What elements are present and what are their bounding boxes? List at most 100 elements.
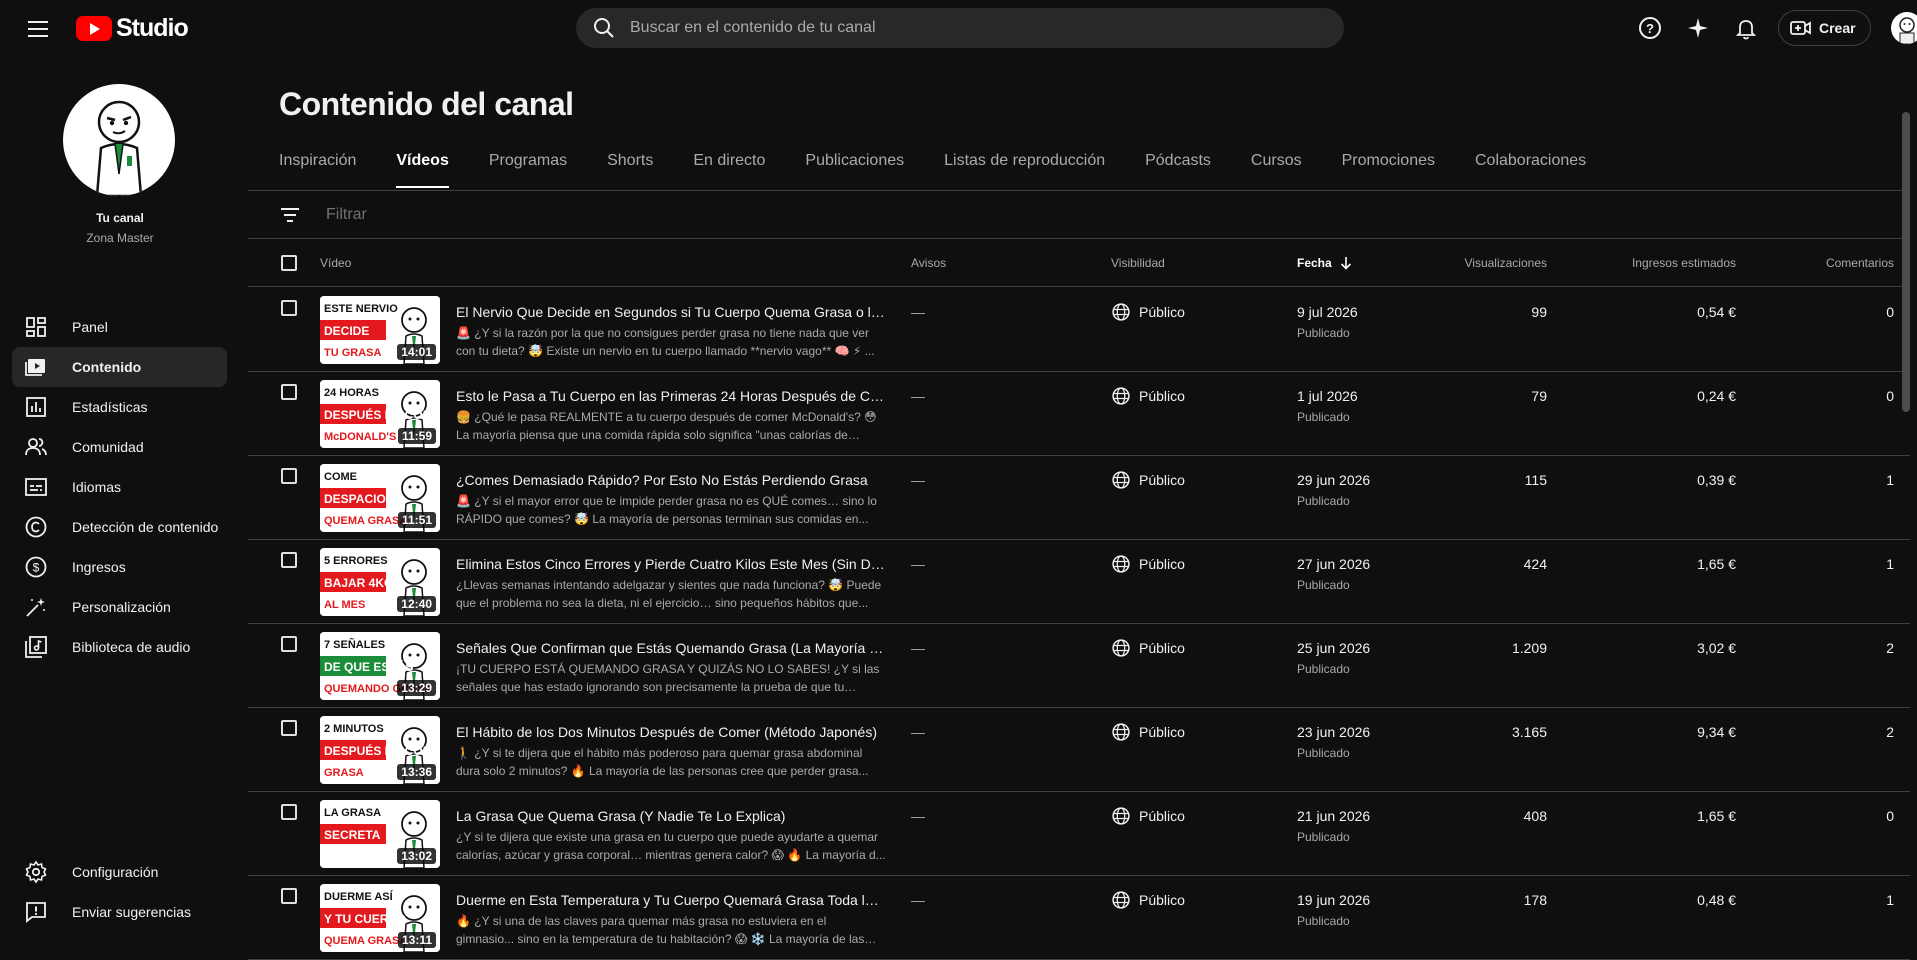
video-visibility[interactable]: Público <box>1111 806 1185 826</box>
search-icon <box>594 18 614 38</box>
video-thumbnail[interactable]: LA GRASA SECRETA 13:02 <box>320 800 440 868</box>
row-checkbox[interactable] <box>281 552 297 568</box>
create-button[interactable]: Crear <box>1778 10 1871 46</box>
video-visibility[interactable]: Público <box>1111 554 1185 574</box>
sidebar-item-customization[interactable]: Personalización <box>12 587 227 627</box>
sidebar-item-content-detection[interactable]: Detección de contenido <box>12 507 227 547</box>
sidebar-item-community[interactable]: Comunidad <box>12 427 227 467</box>
header-comments[interactable]: Comentarios <box>1768 256 1894 270</box>
video-visibility[interactable]: Público <box>1111 302 1185 322</box>
tab-shorts[interactable]: Shorts <box>607 152 653 188</box>
video-visibility[interactable]: Público <box>1111 890 1185 910</box>
table-row[interactable]: 24 HORAS DESPUÉS DE COMER McDONALD'S 11:… <box>248 372 1910 456</box>
video-description: ¡TU CUERPO ESTÁ QUEMANDO GRASA Y QUIZÁS … <box>456 662 880 694</box>
row-checkbox[interactable] <box>281 468 297 484</box>
video-thumbnail[interactable]: 24 HORAS DESPUÉS DE COMER McDONALD'S 11:… <box>320 380 440 448</box>
sidebar-item-settings[interactable]: Configuración <box>12 852 227 892</box>
video-description: ¿Y si te dijera que existe una grasa en … <box>456 830 886 862</box>
video-thumbnail[interactable]: 2 MINUTOS DESPUÉS DE COMER GRASA 13:36 <box>320 716 440 784</box>
table-row[interactable]: 2 MINUTOS DESPUÉS DE COMER GRASA 13:36 E… <box>248 708 1910 792</box>
sidebar-item-earn[interactable]: $ Ingresos <box>12 547 227 587</box>
video-title[interactable]: Elimina Estos Cinco Errores y Pierde Cua… <box>456 556 886 572</box>
tab-listas[interactable]: Listas de reproducción <box>944 152 1105 188</box>
notifications-bell-icon[interactable] <box>1728 10 1764 46</box>
filter-icon[interactable] <box>278 203 302 227</box>
tab-publicaciones[interactable]: Publicaciones <box>805 152 904 188</box>
channel-avatar[interactable] <box>63 84 175 196</box>
help-icon[interactable]: ? <box>1632 10 1668 46</box>
video-status: Publicado <box>1297 662 1350 676</box>
tab-inspiracion[interactable]: Inspiración <box>279 152 356 188</box>
header-date: Fecha <box>1297 256 1332 270</box>
video-revenue: 9,34 € <box>1697 724 1736 740</box>
video-date-block: 1 jul 2026 Publicado <box>1297 388 1358 424</box>
search-bar[interactable] <box>576 8 1344 48</box>
filter-input[interactable] <box>326 205 726 224</box>
video-thumbnail[interactable]: COME DESPACIO QUEMA GRASA 11:51 <box>320 464 440 532</box>
tab-programas[interactable]: Programas <box>489 152 567 188</box>
tab-promociones[interactable]: Promociones <box>1342 152 1435 188</box>
tab-cursos[interactable]: Cursos <box>1251 152 1302 188</box>
tab-colaboraciones[interactable]: Colaboraciones <box>1475 152 1586 188</box>
tab-en-directo[interactable]: En directo <box>693 152 765 188</box>
studio-logo[interactable]: Studio <box>76 14 189 43</box>
sparkle-icon[interactable] <box>1680 10 1716 46</box>
visibility-label: Público <box>1139 388 1185 404</box>
video-title[interactable]: El Hábito de los Dos Minutos Después de … <box>456 724 886 740</box>
svg-text:2 MINUTOS: 2 MINUTOS <box>324 723 384 735</box>
video-visibility[interactable]: Público <box>1111 638 1185 658</box>
tab-podcasts[interactable]: Pódcasts <box>1145 152 1211 188</box>
sidebar-item-content[interactable]: Contenido <box>12 347 227 387</box>
search-input[interactable] <box>630 19 1310 37</box>
video-thumbnail[interactable]: 7 SEÑALES DE QUE ESTÁS QUEMANDO GRASA 13… <box>320 632 440 700</box>
scrollbar[interactable] <box>1902 112 1910 412</box>
sidebar-item-languages[interactable]: Idiomas <box>12 467 227 507</box>
video-description: ¿Llevas semanas intentando adelgazar y s… <box>456 578 882 610</box>
table-row[interactable]: ESTE NERVIO DECIDE TU GRASA 14:01 El Ner… <box>248 288 1910 372</box>
table-row[interactable]: LA GRASA SECRETA 13:02 La Grasa Que Quem… <box>248 792 1910 876</box>
video-thumbnail[interactable]: DUERME ASÍ Y TU CUERPO QUEMA GRASA 13:11 <box>320 884 440 952</box>
sidebar-item-panel[interactable]: Panel <box>12 307 227 347</box>
row-checkbox[interactable] <box>281 636 297 652</box>
video-title[interactable]: Señales Que Confirman que Estás Quemando… <box>456 640 886 656</box>
video-title-block: ¿Comes Demasiado Rápido? Por Esto No Est… <box>456 472 886 528</box>
header-date-sort[interactable]: Fecha <box>1297 256 1352 270</box>
video-thumbnail[interactable]: ESTE NERVIO DECIDE TU GRASA 14:01 <box>320 296 440 364</box>
row-checkbox[interactable] <box>281 384 297 400</box>
row-checkbox[interactable] <box>281 804 297 820</box>
row-checkbox[interactable] <box>281 888 297 904</box>
sidebar-item-feedback[interactable]: Enviar sugerencias <box>12 892 227 932</box>
table-row[interactable]: DUERME ASÍ Y TU CUERPO QUEMA GRASA 13:11… <box>248 876 1910 960</box>
table-row[interactable]: 5 ERRORES BAJAR 4KG AL MES 12:40 Elimina… <box>248 540 1910 624</box>
video-notices: — <box>911 808 925 824</box>
video-title[interactable]: Duerme en Esta Temperatura y Tu Cuerpo Q… <box>456 892 886 908</box>
video-duration: 11:51 <box>397 512 436 528</box>
header-revenue[interactable]: Ingresos estimados <box>1578 256 1736 270</box>
sidebar-item-analytics[interactable]: Estadísticas <box>12 387 227 427</box>
video-title[interactable]: El Nervio Que Decide en Segundos si Tu C… <box>456 304 886 320</box>
video-title[interactable]: Esto le Pasa a Tu Cuerpo en las Primeras… <box>456 388 886 404</box>
svg-text:DESPUÉS DE COMER: DESPUÉS DE COMER <box>324 407 440 422</box>
video-visibility[interactable]: Público <box>1111 722 1185 742</box>
svg-text:QUEMA GRASA: QUEMA GRASA <box>324 515 407 527</box>
account-avatar[interactable] <box>1890 12 1917 44</box>
tab-videos[interactable]: Vídeos <box>396 152 450 188</box>
video-visibility[interactable]: Público <box>1111 470 1185 490</box>
video-revenue: 0,48 € <box>1697 892 1736 908</box>
video-title-block: Esto le Pasa a Tu Cuerpo en las Primeras… <box>456 388 886 444</box>
video-thumbnail[interactable]: 5 ERRORES BAJAR 4KG AL MES 12:40 <box>320 548 440 616</box>
video-visibility[interactable]: Público <box>1111 386 1185 406</box>
sidebar-item-audio-library[interactable]: Biblioteca de audio <box>12 627 227 667</box>
row-checkbox[interactable] <box>281 720 297 736</box>
table-row[interactable]: 7 SEÑALES DE QUE ESTÁS QUEMANDO GRASA 13… <box>248 624 1910 708</box>
row-checkbox[interactable] <box>281 300 297 316</box>
video-title[interactable]: La Grasa Que Quema Grasa (Y Nadie Te Lo … <box>456 808 886 824</box>
header-views[interactable]: Visualizaciones <box>1411 256 1548 270</box>
table-row[interactable]: COME DESPACIO QUEMA GRASA 11:51 ¿Comes D… <box>248 456 1910 540</box>
video-revenue: 0,24 € <box>1697 388 1736 404</box>
sidebar-bottom: Configuración Enviar sugerencias <box>12 852 227 932</box>
video-title[interactable]: ¿Comes Demasiado Rápido? Por Esto No Est… <box>456 472 886 488</box>
svg-text:Y TU CUERPO: Y TU CUERPO <box>324 912 406 926</box>
menu-icon[interactable] <box>22 16 54 40</box>
select-all-checkbox[interactable] <box>281 255 297 271</box>
